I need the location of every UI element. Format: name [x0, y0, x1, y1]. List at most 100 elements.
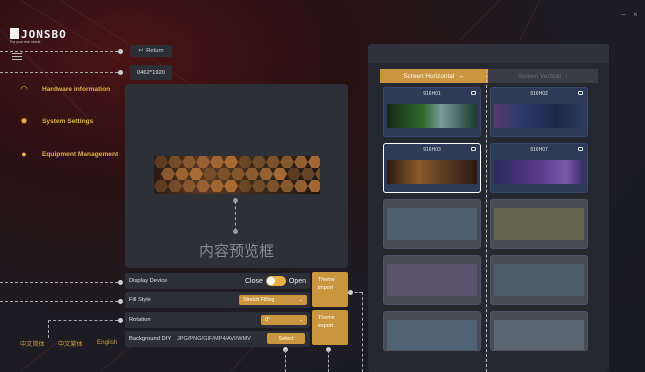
toggle-on-label: Open — [288, 277, 306, 285]
hexagon-tile — [224, 156, 238, 168]
display-device-toggle[interactable] — [265, 276, 286, 286]
theme-thumbnail — [387, 208, 477, 240]
theme-import-line1: Theme — [318, 277, 335, 283]
hexagon-tile — [252, 156, 266, 168]
hexagon-tile — [231, 168, 245, 180]
hexagon-tile — [203, 168, 217, 180]
theme-card-locked[interactable] — [490, 255, 588, 305]
chevron-down-icon: ⌄ — [298, 297, 303, 303]
hexagon-tile — [245, 168, 259, 180]
screen-icon — [578, 147, 583, 151]
callout-line — [285, 350, 286, 372]
sidebar-item-label: System Settings — [42, 117, 94, 125]
hexagon-tile — [294, 156, 308, 168]
fill-style-select[interactable]: Stretch Filling ⌄ — [239, 295, 307, 305]
theme-card-916H02[interactable]: 916H02 — [490, 87, 588, 137]
lang-zh-simplified[interactable]: 中文简体 — [20, 339, 45, 348]
hexagon-tile — [189, 168, 203, 180]
callout-line — [0, 72, 118, 73]
hexagon-tile — [182, 180, 196, 192]
hexagon-tile — [182, 156, 196, 168]
callout-dot — [118, 49, 123, 54]
display-device-toggle-group: Close Open — [245, 276, 306, 286]
preview-image — [154, 156, 320, 194]
callout-line — [0, 282, 118, 283]
theme-card-locked[interactable] — [490, 199, 588, 249]
theme-export-button[interactable]: Theme export — [312, 310, 348, 345]
hexagon-tile — [210, 180, 224, 192]
lang-zh-traditional[interactable]: 中文繁体 — [58, 339, 83, 348]
screen-icon — [578, 91, 583, 95]
hexagon-tile — [161, 168, 175, 180]
callout-dot — [118, 299, 123, 304]
hexagon-tile — [252, 180, 266, 192]
theme-thumbnail — [387, 320, 477, 350]
hexagon-tile — [210, 156, 224, 168]
menu-icon[interactable] — [12, 53, 22, 62]
hexagon-tile — [273, 168, 287, 180]
brand-logo: JONSBO For your real needs — [10, 27, 80, 47]
theme-import-button[interactable]: Theme import — [312, 272, 348, 307]
background-diy-label: Background DIY — [129, 336, 172, 342]
speedometer-icon: ◠ — [20, 84, 28, 94]
toggle-knob — [266, 277, 275, 285]
hexagon-tile — [280, 180, 294, 192]
arrows-horizontal-icon: ↔ — [458, 72, 465, 80]
rotation-value: 0° — [265, 317, 270, 323]
callout-dot — [233, 229, 238, 234]
app-window: JONSBO For your real needs − × ◠ Hardwar… — [0, 0, 645, 372]
sidebar-item-system-settings[interactable]: ✹ System Settings — [18, 114, 93, 128]
rotation-select[interactable]: 0° ⌄ — [261, 315, 307, 325]
return-arrow-icon: ↩ — [138, 48, 144, 54]
callout-line — [48, 320, 49, 338]
sidebar-item-equipment-management[interactable]: ● Equipment Management — [18, 147, 118, 161]
theme-thumbnail — [494, 320, 584, 350]
theme-card-name: 916H03 — [423, 147, 441, 153]
theme-card-locked[interactable] — [383, 199, 481, 249]
tab-screen-vertical[interactable]: Screen Vertical ↕ — [488, 69, 598, 83]
lang-english[interactable]: English — [97, 339, 117, 346]
screen-icon — [471, 147, 476, 151]
callout-dot — [118, 318, 123, 323]
logo-mark — [10, 28, 19, 39]
callout-line — [328, 350, 329, 372]
sidebar-item-hardware-information[interactable]: ◠ Hardware information — [18, 82, 110, 96]
theme-import-line2: import — [318, 285, 333, 291]
fill-style-label: Fill Style — [129, 297, 151, 303]
preview-box: 内容预览框 — [125, 84, 348, 268]
theme-thumbnail — [387, 160, 477, 184]
callout-line — [235, 201, 236, 231]
theme-card-name: 916H02 — [530, 91, 548, 97]
resolution-display: 0462*1920 — [130, 65, 172, 80]
display-device-label: Display Device — [129, 278, 168, 284]
theme-card-locked[interactable] — [383, 311, 481, 351]
theme-thumbnail — [387, 104, 477, 128]
theme-card-locked[interactable] — [383, 255, 481, 305]
tab-label: Screen Vertical — [517, 72, 561, 80]
callout-line — [48, 320, 118, 321]
close-button[interactable]: × — [633, 10, 638, 19]
hexagon-tile — [308, 180, 320, 192]
theme-card-916H07[interactable]: 916H07 — [490, 143, 588, 193]
hexagon-tile — [294, 180, 308, 192]
background-diy-row: Background DIY JPG/PNG/GIF/MP4/AVI/WMV S… — [125, 331, 310, 347]
theme-panel: Screen Horizontal ↔ Screen Vertical ↕ 91… — [368, 44, 609, 372]
gear-icon: ✹ — [20, 116, 28, 126]
return-button[interactable]: ↩ Return — [130, 45, 172, 57]
tab-label: Screen Horizontal — [403, 72, 455, 80]
tab-screen-horizontal[interactable]: Screen Horizontal ↔ — [380, 69, 488, 83]
select-file-button[interactable]: Select — [267, 333, 305, 344]
preview-placeholder: 内容预览框 — [198, 243, 274, 260]
hexagon-tile — [266, 180, 280, 192]
minimize-button[interactable]: − — [621, 10, 626, 19]
theme-card-locked[interactable] — [490, 311, 588, 351]
hexagon-tile — [168, 180, 182, 192]
theme-thumbnail — [387, 264, 477, 296]
toggle-off-label: Close — [244, 277, 263, 285]
theme-card-916H01[interactable]: 916H01 — [383, 87, 481, 137]
hexagon-tile — [154, 156, 168, 168]
theme-thumbnail — [494, 208, 584, 240]
theme-thumbnail — [494, 264, 584, 296]
hexagon-tile — [301, 168, 315, 180]
theme-card-916H03[interactable]: 916H03 — [383, 143, 481, 193]
